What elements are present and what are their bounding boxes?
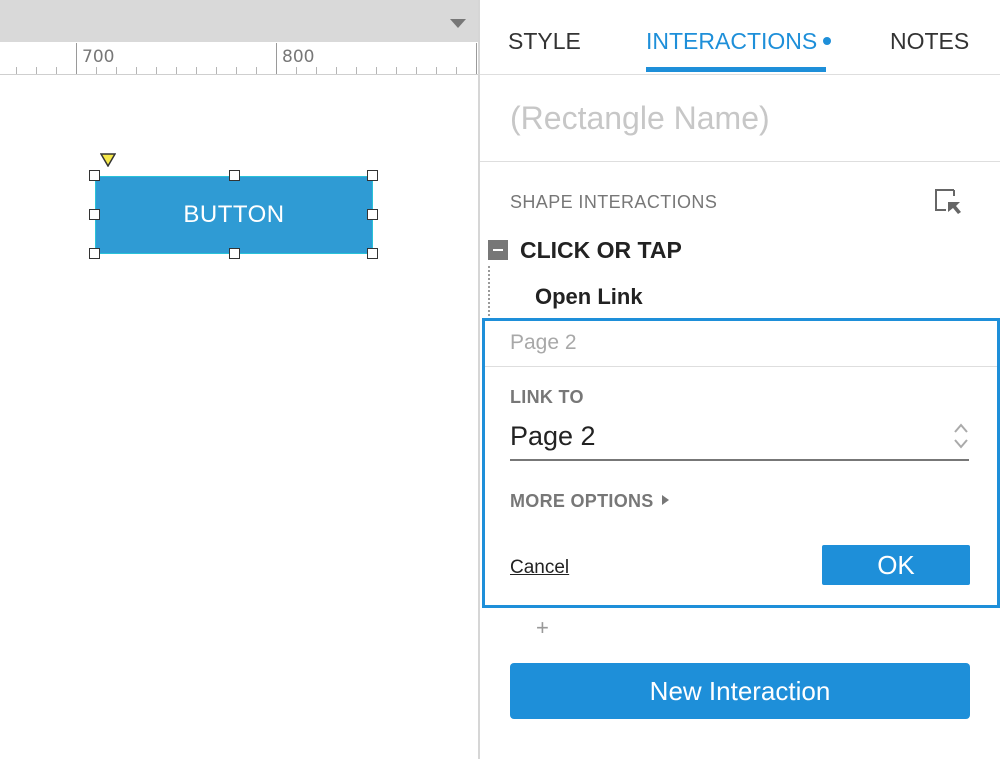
ruler-tick bbox=[476, 43, 477, 74]
resize-handle-top-left[interactable] bbox=[89, 170, 100, 181]
tab-interactions[interactable]: INTERACTIONS bbox=[646, 28, 832, 55]
ruler-tick bbox=[396, 67, 397, 74]
link-to-value: Page 2 bbox=[510, 421, 596, 451]
ruler-tick bbox=[216, 67, 217, 74]
resize-handle-bottom[interactable] bbox=[229, 248, 240, 259]
ruler-tick bbox=[136, 67, 137, 74]
properties-panel: STYLE INTERACTIONS NOTES (Rectangle Name… bbox=[480, 0, 1000, 759]
ruler-tick bbox=[176, 67, 177, 74]
ruler-tick bbox=[36, 67, 37, 74]
ruler-tick bbox=[356, 67, 357, 74]
resize-handle-bottom-left[interactable] bbox=[89, 248, 100, 259]
selection-area-icon[interactable] bbox=[934, 188, 962, 216]
collapse-minus-icon[interactable] bbox=[488, 240, 508, 260]
action-editor: Page 2 LINK TO Page 2 MORE OPTIONS Cance… bbox=[482, 318, 1000, 608]
ruler-tick bbox=[256, 67, 257, 74]
shape-label: BUTTON bbox=[183, 201, 285, 228]
ruler-tick bbox=[276, 43, 277, 74]
horizontal-ruler: 700 800 bbox=[0, 42, 478, 75]
anchor-marker-icon[interactable] bbox=[99, 153, 117, 172]
ruler-tick bbox=[236, 67, 237, 74]
ruler-tick bbox=[76, 43, 77, 74]
ruler-tick bbox=[456, 67, 457, 74]
ruler-tick bbox=[436, 67, 437, 74]
resize-handle-top[interactable] bbox=[229, 170, 240, 181]
active-tab-underline bbox=[646, 67, 826, 72]
cancel-link[interactable]: Cancel bbox=[510, 557, 569, 579]
interaction-trigger[interactable]: CLICK OR TAP bbox=[520, 237, 682, 264]
ruler-tick bbox=[16, 67, 17, 74]
resize-handle-left[interactable] bbox=[89, 209, 100, 220]
ruler-tick bbox=[196, 67, 197, 74]
rectangle-shape[interactable]: BUTTON bbox=[95, 176, 373, 254]
disclosure-triangle-icon bbox=[661, 495, 669, 506]
ruler-tick bbox=[316, 67, 317, 74]
ruler-tick bbox=[156, 67, 157, 74]
plus-icon[interactable]: + bbox=[536, 615, 549, 641]
resize-handle-top-right[interactable] bbox=[367, 170, 378, 181]
panel-tabs: STYLE INTERACTIONS NOTES bbox=[480, 0, 1000, 75]
ruler-tick bbox=[116, 67, 117, 74]
action-summary-value: Page 2 bbox=[510, 331, 577, 354]
tree-connector bbox=[488, 266, 490, 316]
new-interaction-button[interactable]: New Interaction bbox=[510, 663, 970, 719]
tab-style[interactable]: STYLE bbox=[508, 28, 581, 55]
link-to-select[interactable]: Page 2 bbox=[510, 419, 969, 461]
dropdown-triangle-icon[interactable] bbox=[450, 19, 466, 28]
ruler-tick bbox=[296, 67, 297, 74]
indicator-dot-icon bbox=[823, 36, 832, 45]
tab-interactions-label: INTERACTIONS bbox=[646, 28, 818, 54]
link-to-label: LINK TO bbox=[510, 387, 584, 407]
action-summary-field[interactable]: Page 2 bbox=[485, 321, 997, 367]
shape-name-field[interactable]: (Rectangle Name) bbox=[510, 100, 770, 137]
ruler-tick bbox=[416, 67, 417, 74]
more-options-label: MORE OPTIONS bbox=[510, 491, 654, 511]
more-options-toggle[interactable]: MORE OPTIONS bbox=[510, 491, 669, 512]
chevron-up-down-icon bbox=[953, 421, 969, 451]
ok-button[interactable]: OK bbox=[822, 545, 970, 585]
canvas-top-bar bbox=[0, 0, 478, 42]
ruler-tick bbox=[96, 67, 97, 74]
divider bbox=[480, 161, 1000, 162]
resize-handle-bottom-right[interactable] bbox=[367, 248, 378, 259]
resize-handle-right[interactable] bbox=[367, 209, 378, 220]
interaction-action[interactable]: Open Link bbox=[535, 284, 643, 310]
tab-notes[interactable]: NOTES bbox=[890, 28, 969, 55]
ruler-tick bbox=[376, 67, 377, 74]
ruler-label-700: 700 bbox=[82, 47, 115, 67]
ruler-label-800: 800 bbox=[282, 47, 315, 67]
ruler-tick bbox=[336, 67, 337, 74]
ruler-tick bbox=[56, 67, 57, 74]
section-title: SHAPE INTERACTIONS bbox=[510, 192, 718, 212]
design-canvas[interactable]: 700 800 BUTTON bbox=[0, 0, 479, 759]
